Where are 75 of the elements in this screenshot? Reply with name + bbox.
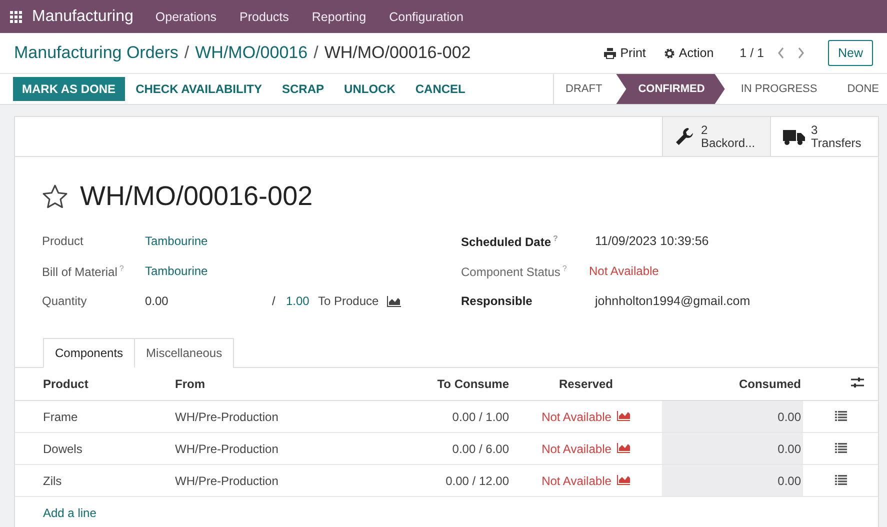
wrench-icon xyxy=(675,126,695,146)
details-list-icon[interactable] xyxy=(834,474,846,484)
add-line-link[interactable]: Add a line xyxy=(43,506,96,520)
reserved-status: Not Available xyxy=(542,442,612,456)
table-cell: Frame xyxy=(15,400,174,432)
menu-item[interactable]: Reporting xyxy=(312,10,366,24)
action-button[interactable]: CHECK AVAILABILITY xyxy=(126,77,272,101)
pager-value: 1 / 1 xyxy=(740,46,764,60)
breadcrumb: WH/MO/00016-002 xyxy=(324,43,471,63)
table-cell: 0.00 / 1.00 xyxy=(378,400,510,432)
field-label: Product xyxy=(42,234,84,248)
table-cell: Zils xyxy=(15,464,174,496)
smart-button[interactable]: 2 Backord... xyxy=(662,117,770,156)
forecast-chart-icon[interactable] xyxy=(617,410,630,420)
field-label: Responsible xyxy=(461,294,534,308)
table-cell: WH/Pre-Production xyxy=(174,464,378,496)
field-label: Quantity xyxy=(42,294,88,308)
column-header[interactable]: Product xyxy=(15,368,174,400)
field-label: Component Status $^{?}$ xyxy=(461,264,568,278)
printer-icon xyxy=(604,48,616,58)
forecast-chart-icon[interactable] xyxy=(617,442,630,452)
menu-item[interactable]: Products xyxy=(240,10,289,24)
field-value[interactable]: Tambourine xyxy=(145,264,208,278)
field-label: Scheduled Date $^{?}$ xyxy=(461,234,559,248)
status-stage[interactable]: CONFIRMED xyxy=(616,74,725,104)
quantity-target: 1.00 xyxy=(286,294,310,308)
details-list-icon[interactable] xyxy=(834,442,846,452)
column-header[interactable]: Reserved xyxy=(510,368,662,400)
quantity-separator: / xyxy=(272,294,276,308)
field-value: johnholton1994@gmail.com xyxy=(594,293,752,310)
next-icon[interactable] xyxy=(796,47,805,59)
details-list-icon[interactable] xyxy=(834,410,846,420)
field-label: Bill of Material $^{?}$ xyxy=(42,264,125,278)
action-button[interactable]: SCRAP xyxy=(273,77,334,101)
apps-menu-icon[interactable] xyxy=(10,10,22,22)
app-name[interactable]: Manufacturing xyxy=(32,8,134,26)
star-icon[interactable] xyxy=(42,184,68,209)
field-value: 11/09/2023 10:39:56 xyxy=(594,233,710,250)
forecast-chart-icon[interactable] xyxy=(617,474,630,484)
new-button[interactable]: New xyxy=(828,40,873,66)
reserved-status: Not Available xyxy=(542,474,612,488)
table-cell: WH/Pre-Production xyxy=(174,400,378,432)
action-button[interactable]: CANCEL xyxy=(406,77,474,101)
reserved-status: Not Available xyxy=(542,410,612,424)
breadcrumb[interactable]: Manufacturing Orders xyxy=(14,43,178,63)
table-cell: WH/Pre-Production xyxy=(174,432,378,464)
previous-icon[interactable] xyxy=(776,47,785,59)
field-value[interactable]: Tambourine xyxy=(145,234,208,248)
quantity-value: 0.00 xyxy=(145,294,170,308)
field-value: Not Available xyxy=(589,264,659,278)
menu-item[interactable]: Configuration xyxy=(389,10,464,24)
record-title: WH/MO/00016-002 xyxy=(80,181,313,212)
table-cell: 0.00 / 12.00 xyxy=(378,464,510,496)
field-label: To Produce xyxy=(318,294,379,308)
truck-icon xyxy=(783,128,805,146)
gear-icon xyxy=(664,48,675,58)
breadcrumb[interactable]: WH/MO/00016 xyxy=(195,43,308,63)
breadcrumb-separator: / xyxy=(184,43,190,63)
table-cell[interactable]: 0.00 xyxy=(662,400,803,432)
table-cell[interactable]: 0.00 xyxy=(662,432,803,464)
table-cell[interactable]: 0.00 xyxy=(662,464,803,496)
tab[interactable]: Miscellaneous xyxy=(135,338,234,368)
action-button[interactable]: Action xyxy=(658,44,720,62)
breadcrumb-separator: / xyxy=(314,43,318,63)
action-button[interactable]: UNLOCK xyxy=(335,77,404,101)
table-cell: Dowels xyxy=(15,432,174,464)
forecast-chart-icon[interactable] xyxy=(386,296,401,306)
settings-icon[interactable] xyxy=(851,377,864,388)
print-button[interactable]: Print xyxy=(598,44,652,62)
action-button[interactable]: MARK AS DONE xyxy=(13,77,125,101)
column-header[interactable]: To Consume xyxy=(378,368,510,400)
column-header[interactable]: From xyxy=(174,368,378,400)
tab[interactable]: Components xyxy=(43,338,136,368)
table-cell: 0.00 / 6.00 xyxy=(378,432,510,464)
menu-item[interactable]: Operations xyxy=(155,10,217,24)
